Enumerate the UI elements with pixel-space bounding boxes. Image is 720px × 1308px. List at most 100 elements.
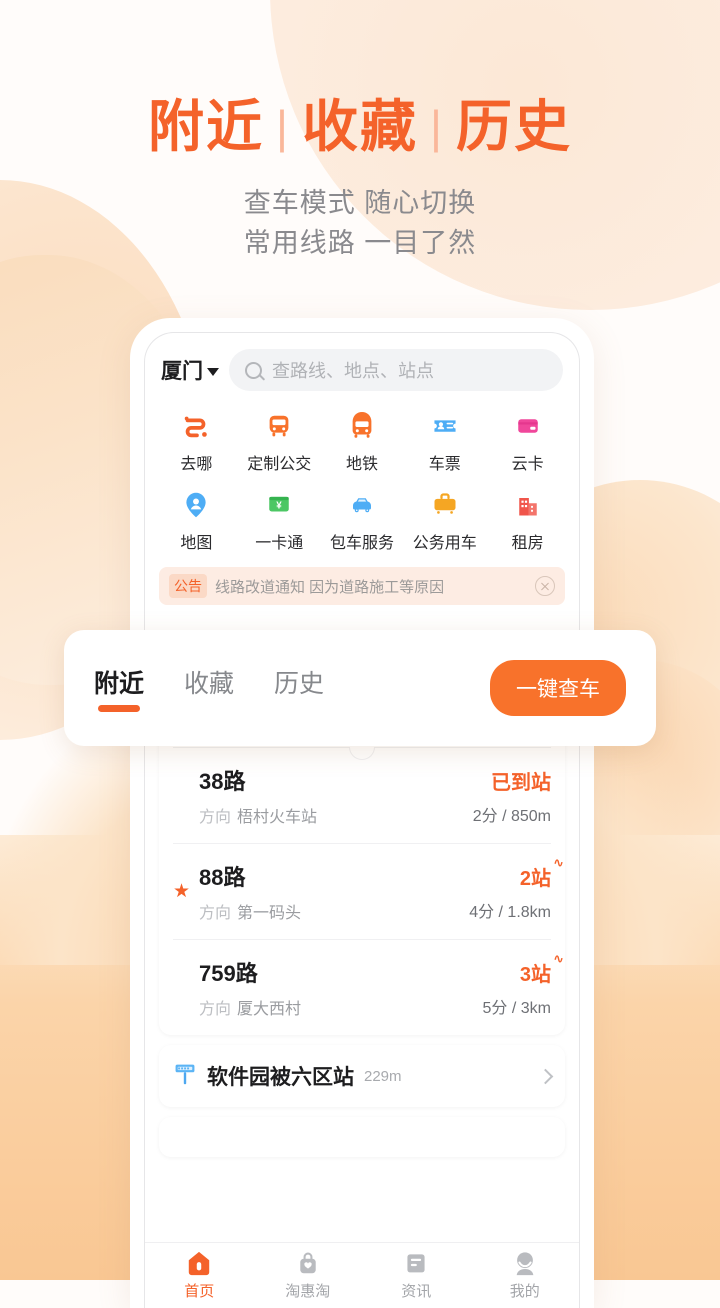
bus-stop-icon bbox=[173, 1062, 197, 1091]
route-direction: 方向 厦大西村 bbox=[199, 995, 475, 1019]
shortcut-label: 地图 bbox=[180, 535, 213, 552]
search-icon bbox=[245, 361, 262, 379]
shortcut-label: 公务用车 bbox=[412, 535, 477, 552]
direction-label: 方向 bbox=[199, 905, 232, 922]
direction-label: 方向 bbox=[199, 809, 232, 826]
search-placeholder: 查路线、地点、站点 bbox=[272, 361, 434, 381]
city-selector[interactable]: 厦门 bbox=[161, 355, 219, 385]
route-status: 2站 ∿ bbox=[519, 854, 564, 890]
app-topbar: 厦门 查路线、地点、站点 bbox=[145, 333, 579, 395]
hero-section: 附近 | 收藏 | 历史 查车模式 随心切换 常用线路 一目了然 bbox=[0, 0, 720, 264]
announcement-bar[interactable]: 公告 线路改道通知 因为道路施工等原因 bbox=[159, 567, 565, 605]
signal-wave-icon: ∿ bbox=[553, 950, 564, 966]
bus-icon bbox=[261, 409, 297, 443]
nav-item-news[interactable]: 资讯 bbox=[362, 1243, 471, 1308]
search-input[interactable]: 查路线、地点、站点 bbox=[229, 349, 563, 391]
shortcut-label: 一卡通 bbox=[255, 535, 304, 552]
news-icon bbox=[403, 1250, 429, 1276]
route-icon bbox=[178, 409, 214, 443]
phone-mockup: 厦门 查路线、地点、站点 去哪 定制公交 地铁 车票 云卡 地图 ¥ 一卡通 包车… bbox=[130, 318, 594, 1308]
bottom-nav: 首页 淘惠淘 资讯 我的 bbox=[145, 1242, 579, 1308]
svg-text:¥: ¥ bbox=[276, 501, 282, 512]
ticket-icon bbox=[427, 409, 463, 443]
route-direction: 方向 梧村火车站 bbox=[199, 803, 465, 827]
route-name: 38路 bbox=[199, 769, 246, 794]
route-status: 已到站 bbox=[491, 771, 551, 794]
route-eta: 4分 / 1.8km bbox=[469, 903, 551, 921]
announcement-tag: 公告 bbox=[169, 574, 207, 598]
card-icon bbox=[510, 409, 546, 443]
route-direction: 方向 第一码头 bbox=[199, 899, 461, 923]
station-card: 软件园被六区站 229m bbox=[159, 1045, 565, 1107]
route-eta: 2分 / 850m bbox=[472, 807, 551, 825]
chevron-down-icon bbox=[207, 367, 219, 376]
route-eta: 5分 / 3km bbox=[482, 999, 551, 1017]
map-pin-icon bbox=[178, 488, 214, 522]
yuan-card-icon: ¥ bbox=[261, 488, 297, 522]
shortcut-label: 车票 bbox=[428, 456, 461, 473]
nav-label: 我的 bbox=[509, 1283, 540, 1300]
direction-value: 第一码头 bbox=[237, 905, 302, 922]
hero-title-part-3: 历史 bbox=[455, 95, 572, 158]
station-header[interactable]: 软件园被六区站 229m bbox=[159, 1045, 565, 1107]
one-key-check-button[interactable]: 一键查车 bbox=[490, 660, 626, 716]
shortcut-route[interactable]: 去哪 bbox=[155, 409, 238, 474]
announcement-text: 线路改道通知 因为道路施工等原因 bbox=[215, 578, 445, 596]
shortcut-building[interactable]: 租房 bbox=[486, 488, 569, 553]
shortcut-label: 去哪 bbox=[180, 456, 213, 473]
station-distance: 229m bbox=[364, 1067, 402, 1085]
nav-item-bag[interactable]: 淘惠淘 bbox=[254, 1243, 363, 1308]
shortcut-label: 定制公交 bbox=[247, 456, 312, 473]
route-name: 88路 bbox=[199, 865, 246, 890]
nav-item-home[interactable]: 首页 bbox=[145, 1243, 254, 1308]
shortcut-label: 租房 bbox=[511, 535, 544, 552]
hero-subtitle-line-1: 查车模式 随心切换 bbox=[243, 187, 477, 218]
tab-nearby[interactable]: 附近 bbox=[94, 664, 144, 712]
direction-label: 方向 bbox=[199, 1001, 232, 1018]
station-list: 软件园东门站 <100m 38路 方向梧村火车站 已到站 2分 / 850m ★… bbox=[145, 685, 579, 1157]
star-filled-icon[interactable]: ★ bbox=[173, 880, 191, 903]
tab-favorites[interactable]: 收藏 bbox=[184, 664, 234, 712]
hero-separator-1: | bbox=[276, 100, 290, 153]
station-card-partial[interactable] bbox=[159, 1117, 565, 1157]
shortcut-grid: 去哪 定制公交 地铁 车票 云卡 地图 ¥ 一卡通 包车服务 公务用车 租房 bbox=[145, 395, 579, 559]
route-status: 3站 ∿ bbox=[519, 950, 564, 986]
home-icon bbox=[186, 1250, 212, 1276]
hero-separator-2: | bbox=[430, 100, 444, 153]
city-label: 厦门 bbox=[161, 360, 203, 383]
hero-subtitle: 查车模式 随心切换 常用线路 一目了然 bbox=[0, 183, 720, 264]
chevron-right-icon[interactable] bbox=[537, 1068, 554, 1084]
metro-icon bbox=[344, 409, 380, 443]
building-icon bbox=[510, 488, 546, 522]
shortcut-yuan-card[interactable]: ¥ 一卡通 bbox=[238, 488, 321, 553]
nav-label: 首页 bbox=[184, 1283, 215, 1300]
bus-route-row[interactable]: 38路 方向 梧村火车站 已到站 2分 / 850m bbox=[159, 748, 565, 843]
shortcut-suitcase[interactable]: 公务用车 bbox=[403, 488, 486, 553]
direction-value: 梧村火车站 bbox=[237, 809, 318, 826]
shortcut-ticket[interactable]: 车票 bbox=[403, 409, 486, 474]
shortcut-taxi[interactable]: 包车服务 bbox=[321, 488, 404, 553]
hero-title-part-2: 收藏 bbox=[302, 95, 418, 158]
bag-icon bbox=[295, 1250, 321, 1276]
shortcut-label: 包车服务 bbox=[329, 535, 394, 552]
signal-wave-icon: ∿ bbox=[553, 854, 564, 870]
shortcut-label: 地铁 bbox=[345, 456, 378, 473]
close-icon[interactable] bbox=[535, 576, 555, 596]
direction-value: 厦大西村 bbox=[237, 1001, 302, 1018]
shortcut-map-pin[interactable]: 地图 bbox=[155, 488, 238, 553]
nav-label: 淘惠淘 bbox=[285, 1283, 331, 1300]
bus-route-row[interactable]: ★ 88路 方向 第一码头 2站 ∿ 4分 / 1.8km bbox=[159, 844, 565, 939]
mode-tabs: 附近 收藏 历史 bbox=[94, 664, 490, 712]
shortcut-metro[interactable]: 地铁 bbox=[321, 409, 404, 474]
bus-route-row[interactable]: 759路 方向 厦大西村 3站 ∿ 5分 / 3km bbox=[159, 940, 565, 1035]
shortcut-bus[interactable]: 定制公交 bbox=[238, 409, 321, 474]
taxi-icon bbox=[344, 488, 380, 522]
suitcase-icon bbox=[427, 488, 463, 522]
hero-subtitle-line-2: 常用线路 一目了然 bbox=[243, 228, 477, 259]
tab-history[interactable]: 历史 bbox=[274, 664, 324, 712]
nav-item-user[interactable]: 我的 bbox=[471, 1243, 580, 1308]
shortcut-card[interactable]: 云卡 bbox=[486, 409, 569, 474]
route-name: 759路 bbox=[199, 961, 258, 986]
user-icon bbox=[512, 1250, 538, 1276]
hero-title-part-1: 附近 bbox=[148, 95, 265, 158]
